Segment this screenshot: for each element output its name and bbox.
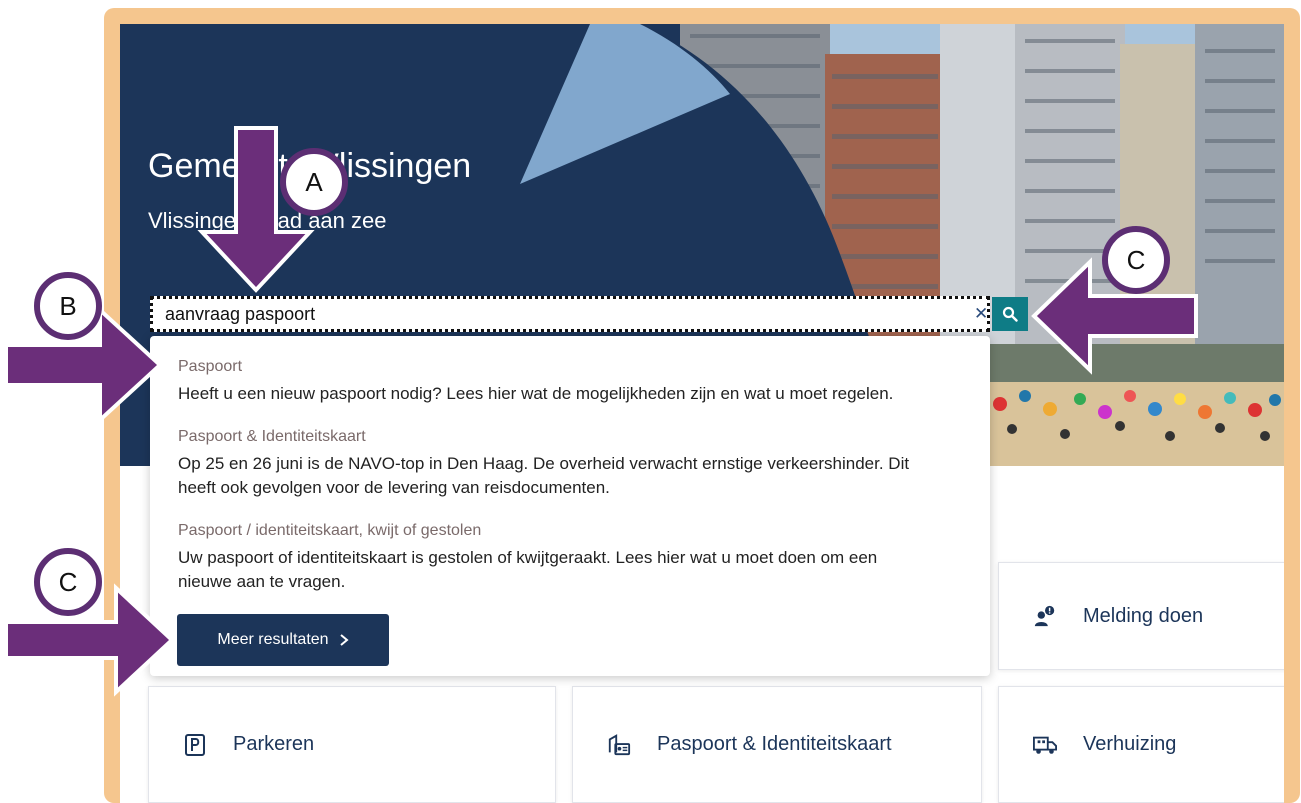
- tile-paspoort-identiteitskaart[interactable]: Paspoort & Identiteitskaart: [572, 686, 982, 803]
- suggestion-title: Paspoort: [178, 358, 243, 375]
- close-icon[interactable]: ✕: [974, 305, 988, 323]
- tile-melding-doen[interactable]: Melding doen: [998, 562, 1284, 670]
- chevron-right-icon: [339, 634, 349, 646]
- search-input[interactable]: [165, 299, 925, 329]
- annotation-badge-c-more: C: [34, 548, 102, 616]
- parking-icon: [183, 733, 207, 757]
- tile-parkeren[interactable]: Parkeren: [148, 686, 556, 803]
- tile-label: Parkeren: [233, 733, 315, 755]
- tile-label: Paspoort & Identiteitskaart: [657, 733, 892, 755]
- more-results-label: Meer resultaten: [217, 631, 329, 648]
- suggestion-item[interactable]: Paspoort & Identiteitskaart Op 25 en 26 …: [178, 428, 909, 500]
- id-card-icon: [607, 733, 631, 757]
- search-button[interactable]: [992, 297, 1028, 331]
- suggestion-description: Uw paspoort of identiteitskaart is gesto…: [178, 548, 878, 591]
- more-results-button[interactable]: Meer resultaten: [177, 614, 389, 666]
- person-alert-icon: [1033, 604, 1057, 628]
- tile-verhuizing[interactable]: Verhuizing: [998, 686, 1284, 803]
- annotation-badge-a: A: [280, 148, 348, 216]
- suggestion-item[interactable]: Paspoort Heeft u een nieuw paspoort nodi…: [178, 358, 893, 406]
- search-suggestions: Paspoort Heeft u een nieuw paspoort nodi…: [150, 336, 990, 676]
- suggestion-title: Paspoort / identiteitskaart, kwijt of ge…: [178, 522, 482, 539]
- suggestion-title: Paspoort & Identiteitskaart: [178, 428, 366, 445]
- search-box: ✕: [150, 296, 990, 332]
- suggestion-item[interactable]: Paspoort / identiteitskaart, kwijt of ge…: [178, 522, 877, 594]
- page: Gemeente Vlissingen Vlissingen, stad aan…: [120, 24, 1284, 803]
- moving-truck-icon: [1033, 733, 1057, 757]
- suggestion-description: Heeft u een nieuw paspoort nodig? Lees h…: [178, 384, 894, 403]
- tile-label: Verhuizing: [1083, 733, 1177, 755]
- annotation-badge-b: B: [34, 272, 102, 340]
- search-icon: [1002, 306, 1018, 322]
- suggestion-description: Op 25 en 26 juni is de NAVO-top in Den H…: [178, 454, 910, 497]
- page-subtitle: Vlissingen, stad aan zee: [148, 208, 387, 233]
- tile-label: Melding doen: [1083, 604, 1204, 627]
- annotation-badge-c-search: C: [1102, 226, 1170, 294]
